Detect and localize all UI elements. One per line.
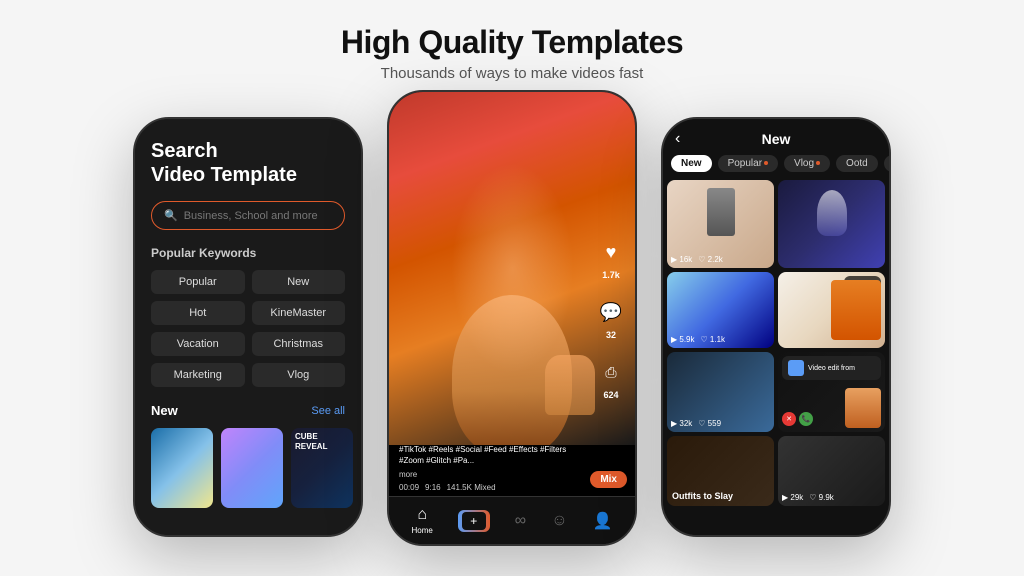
heart-icon: ♥ [595, 236, 627, 268]
outfits-label: Outfits to Slay [672, 491, 733, 501]
hashtags: #TikTok #Reels #Social #Feed #Effects #F… [399, 444, 585, 466]
nav-home[interactable]: ⌂ Home [411, 506, 432, 535]
keyword-christmas[interactable]: Christmas [252, 332, 346, 356]
video-views: 141.5K Mixed [447, 483, 496, 492]
card-h-likes: ♡ 9.9k [809, 493, 834, 502]
like-action[interactable]: ♥ 1.7k [595, 236, 627, 280]
share-count: 624 [603, 390, 618, 400]
card-a-views: ▶ 16k [671, 255, 692, 264]
comment-count: 32 [606, 330, 616, 340]
card-e-likes: ♡ 559 [698, 419, 721, 428]
keyword-kinemaster[interactable]: KineMaster [252, 301, 346, 325]
nav-profile[interactable]: 👤 [593, 511, 613, 531]
popular-keywords-label: Popular Keywords [151, 246, 345, 260]
card-a-meta: ▶ 16k ♡ 2.2k [671, 255, 723, 264]
grid-card-outfits[interactable]: Outfits to Slay [667, 436, 774, 506]
see-all-link[interactable]: See all [311, 405, 345, 417]
card-c-meta: ▶ 5.9k ♡ 1.1k [671, 335, 725, 344]
infinity-icon: ∞ [515, 512, 526, 530]
share-icon: ⎙ [595, 356, 627, 388]
video-ratio: 9:16 [425, 483, 441, 492]
thumbnail-1[interactable] [151, 428, 213, 508]
tabs-row: New Popular Vlog Ootd Lab [663, 155, 889, 180]
more-link[interactable]: more [399, 470, 585, 479]
card-h-views: ▶ 29k [782, 493, 803, 502]
grid-card-d[interactable]: Olivia [778, 272, 885, 348]
search-icon: 🔍 [164, 209, 178, 222]
smiley-icon: ☺ [551, 512, 567, 530]
thumbnail-3[interactable]: CUBEREVEAL [291, 428, 353, 508]
grid-card-h[interactable]: ▶ 29k ♡ 9.9k [778, 436, 885, 506]
keyword-popular[interactable]: Popular [151, 270, 245, 294]
phone-right: ‹ New New Popular Vlog Ootd Lab ▶ [661, 117, 891, 537]
grid-card-a[interactable]: ▶ 16k ♡ 2.2k [667, 180, 774, 268]
right-title: New [762, 131, 791, 147]
tab-ootd[interactable]: Ootd [836, 155, 878, 172]
right-actions: ♥ 1.7k 💬 32 ⎙ 624 [595, 236, 627, 400]
video-info: #TikTok #Reels #Social #Feed #Effects #F… [399, 444, 585, 492]
home-icon: ⌂ [417, 506, 427, 524]
card-h-meta: ▶ 29k ♡ 9.9k [782, 493, 834, 502]
comment-action[interactable]: 💬 32 [595, 296, 627, 340]
tab-new[interactable]: New [671, 155, 712, 172]
grid-card-c[interactable]: ▶ 5.9k ♡ 1.1k [667, 272, 774, 348]
grid-card-b[interactable] [778, 180, 885, 268]
video-meta: 00:09 9:16 141.5K Mixed [399, 483, 585, 492]
nav-smiley[interactable]: ☺ [551, 512, 567, 530]
share-action[interactable]: ⎙ 624 [595, 356, 627, 400]
profile-icon: 👤 [593, 511, 613, 531]
card-c-views: ▶ 5.9k [671, 335, 695, 344]
hand-shape [545, 355, 595, 415]
phones-container: SearchVideo Template 🔍 Business, School … [40, 98, 984, 556]
home-label: Home [411, 526, 432, 535]
new-label: New [151, 403, 178, 418]
add-icon: + [458, 510, 490, 532]
card-c-likes: ♡ 1.1k [701, 335, 726, 344]
keyword-vacation[interactable]: Vacation [151, 332, 245, 356]
mix-button[interactable]: Mix [590, 471, 627, 488]
card-e-meta: ▶ 32k ♡ 559 [671, 419, 721, 428]
tab-popular[interactable]: Popular [718, 155, 778, 172]
new-section-header: New See all [151, 403, 345, 418]
nav-infinity[interactable]: ∞ [515, 512, 526, 530]
tab-lab[interactable]: Lab [884, 155, 889, 172]
search-placeholder: Business, School and more [184, 210, 318, 222]
keywords-grid: Popular New Hot KineMaster Vacation Chri… [151, 270, 345, 387]
grid-card-f[interactable]: Video edit from ✕ 📞 [778, 352, 885, 432]
keyword-hot[interactable]: Hot [151, 301, 245, 325]
keyword-marketing[interactable]: Marketing [151, 363, 245, 387]
thumbnail-row: CUBEREVEAL [151, 428, 345, 508]
phone-left: SearchVideo Template 🔍 Business, School … [133, 117, 363, 537]
nav-discover[interactable]: + [458, 510, 490, 532]
face-silhouette [452, 295, 572, 445]
search-title: SearchVideo Template [151, 139, 345, 187]
video-time: 00:09 [399, 483, 419, 492]
grid-card-e[interactable]: ▶ 32k ♡ 559 [667, 352, 774, 432]
notification-text: Video edit from [808, 365, 855, 372]
keyword-vlog[interactable]: Vlog [252, 363, 346, 387]
page-header: High Quality Templates Thousands of ways… [341, 24, 683, 82]
bottom-nav: ⌂ Home + ∞ ☺ 👤 [389, 496, 635, 544]
comment-icon: 💬 [595, 296, 627, 328]
phone-center: ♥ 1.7k 💬 32 ⎙ 624 #TikTok #Reels #Social… [387, 90, 637, 546]
cube-reveal-text: CUBEREVEAL [291, 428, 353, 455]
card-e-views: ▶ 32k [671, 419, 692, 428]
card-a-likes: ♡ 2.2k [698, 255, 723, 264]
right-header: ‹ New [663, 119, 889, 155]
thumbnail-2[interactable] [221, 428, 283, 508]
keyword-new[interactable]: New [252, 270, 346, 294]
back-button[interactable]: ‹ [675, 130, 680, 148]
tab-vlog[interactable]: Vlog [784, 155, 830, 172]
page-title: High Quality Templates [341, 24, 683, 61]
page-subtitle: Thousands of ways to make videos fast [341, 65, 683, 82]
like-count: 1.7k [602, 270, 620, 280]
search-bar[interactable]: 🔍 Business, School and more [151, 201, 345, 230]
